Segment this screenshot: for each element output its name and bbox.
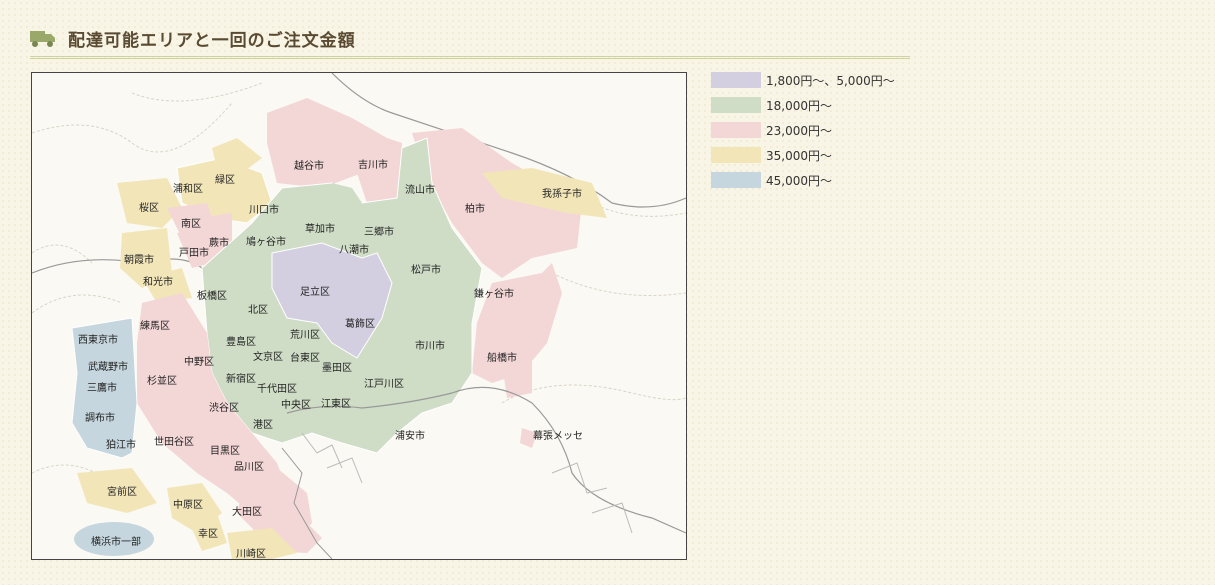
label-bunkyo: 文京区 xyxy=(253,350,283,363)
label-shinagawa: 品川区 xyxy=(234,461,264,473)
label-hatogaya: 鳩ヶ谷市 xyxy=(246,235,286,248)
label-nishitokyo: 西東京市 xyxy=(78,333,118,346)
legend-label: 45,000円〜 xyxy=(766,174,832,188)
label-kawaguchi: 川口市 xyxy=(249,203,279,216)
label-matsudo: 松戸市 xyxy=(411,263,441,276)
label-yokohama: 横浜市一部 xyxy=(91,535,141,548)
legend-label: 1,800円〜、5,000円〜 xyxy=(766,74,895,88)
label-koto: 江東区 xyxy=(321,397,351,410)
label-saiwai: 幸区 xyxy=(198,528,218,540)
label-funabashi: 船橋市 xyxy=(487,351,517,364)
label-kashiwa: 柏市 xyxy=(465,202,485,215)
label-kita: 北区 xyxy=(248,304,268,316)
legend-swatch xyxy=(711,147,761,163)
label-setagaya: 世田谷区 xyxy=(154,436,194,448)
section-header: 配達可能エリアと一回のご注文金額 xyxy=(30,22,910,59)
label-yoshikawa: 吉川市 xyxy=(358,158,388,171)
label-edogawa: 江戸川区 xyxy=(364,378,404,390)
truck-icon xyxy=(30,31,55,47)
legend-swatch xyxy=(711,97,761,113)
label-nagareyama: 流山市 xyxy=(405,183,435,196)
legend-label: 18,000円〜 xyxy=(766,99,832,113)
label-miyamae: 宮前区 xyxy=(107,485,137,498)
label-misato: 三郷市 xyxy=(364,225,394,238)
label-arakawa: 荒川区 xyxy=(290,329,320,341)
label-kawasaki: 川崎区 xyxy=(236,547,266,559)
label-adachi: 足立区 xyxy=(300,285,330,298)
label-suginami: 杉並区 xyxy=(147,374,177,387)
label-urawa: 浦和区 xyxy=(173,182,203,195)
label-mitaka: 三鷹市 xyxy=(87,381,117,394)
label-minato: 港区 xyxy=(253,419,273,431)
label-midori: 緑区 xyxy=(215,173,235,186)
legend-label: 23,000円〜 xyxy=(766,124,832,138)
label-koshigaya: 越谷市 xyxy=(294,159,324,172)
label-ota: 大田区 xyxy=(232,505,262,518)
label-toda: 戸田市 xyxy=(179,246,209,259)
label-chuo: 中央区 xyxy=(281,398,311,411)
label-taito: 台東区 xyxy=(290,351,320,364)
label-katsushika: 葛飾区 xyxy=(345,317,375,330)
map-svg: 越谷市 吉川市 流山市 我孫子市 柏市 三郷市 八潮市 草加市 川口市 鳩ヶ谷市… xyxy=(32,73,686,559)
label-abiko: 我孫子市 xyxy=(542,187,582,200)
label-musashino: 武蔵野市 xyxy=(88,360,128,373)
label-toshima: 豊島区 xyxy=(226,335,256,348)
label-urayasu: 浦安市 xyxy=(395,429,425,442)
label-minami: 南区 xyxy=(181,217,201,230)
label-meguro: 目黒区 xyxy=(210,445,240,457)
label-soka: 草加市 xyxy=(305,222,335,235)
label-nakahara: 中原区 xyxy=(173,498,203,511)
label-warabi: 蕨市 xyxy=(209,236,229,249)
label-shibuya: 渋谷区 xyxy=(209,401,239,414)
legend-label: 35,000円〜 xyxy=(766,149,832,163)
legend-swatch xyxy=(711,172,761,188)
label-chiyoda: 千代田区 xyxy=(257,383,297,395)
label-shinjuku: 新宿区 xyxy=(226,372,256,385)
label-makuhari: 幕張メッセ xyxy=(533,429,583,442)
label-sakura: 桜区 xyxy=(139,201,159,214)
label-asaka: 朝霞市 xyxy=(124,253,154,266)
label-kamagaya: 鎌ヶ谷市 xyxy=(474,287,514,300)
page-title: 配達可能エリアと一回のご注文金額 xyxy=(68,31,356,51)
label-komae: 狛江市 xyxy=(106,438,136,451)
legend-swatch xyxy=(711,72,761,88)
delivery-area-map: 越谷市 吉川市 流山市 我孫子市 柏市 三郷市 八潮市 草加市 川口市 鳩ヶ谷市… xyxy=(31,72,687,560)
legend-swatch xyxy=(711,122,761,138)
label-yashio: 八潮市 xyxy=(339,243,369,256)
label-itabashi: 板橋区 xyxy=(197,289,227,302)
label-ichikawa: 市川市 xyxy=(415,339,445,352)
label-nerima: 練馬区 xyxy=(140,319,170,332)
label-nakano: 中野区 xyxy=(184,355,214,368)
label-sumida: 墨田区 xyxy=(322,362,352,374)
label-wako: 和光市 xyxy=(143,275,173,288)
label-chofu: 調布市 xyxy=(85,411,115,424)
